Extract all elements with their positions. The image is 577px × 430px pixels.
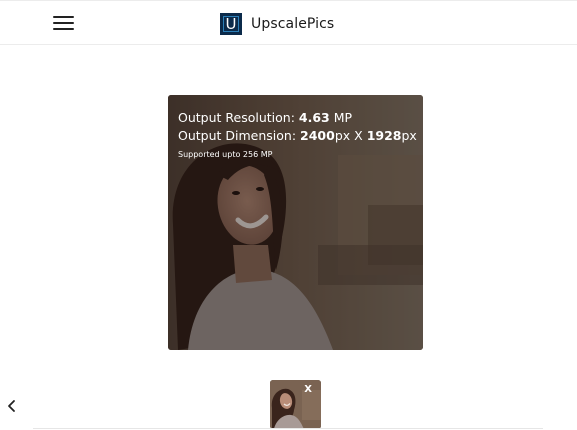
menu-line	[53, 22, 74, 24]
brand-name: UpscalePics	[251, 16, 335, 32]
hamburger-menu-icon[interactable]	[53, 15, 74, 31]
logo-letter: U	[225, 14, 237, 33]
thumbnail-photo	[270, 380, 321, 429]
page: U UpscalePics Output Resolution: 4.63 MP…	[0, 0, 577, 430]
height-unit: px	[401, 128, 417, 143]
image-thumbnail[interactable]: X	[270, 380, 321, 429]
header-bar: U UpscalePics	[0, 0, 577, 45]
menu-line	[53, 16, 74, 18]
menu-line	[53, 28, 74, 30]
chevron-left-icon[interactable]	[6, 398, 18, 412]
resolution-label: Output Resolution:	[178, 110, 299, 125]
remove-thumbnail-button[interactable]: X	[304, 384, 312, 396]
divider	[33, 428, 543, 429]
width-value: 2400	[300, 128, 335, 143]
height-value: 1928	[366, 128, 402, 143]
resolution-value: 4.63	[298, 110, 330, 125]
logo-icon: U	[220, 13, 242, 35]
dimension-label: Output Dimension:	[178, 128, 301, 143]
output-resolution: Output Resolution: 4.63 MP	[178, 109, 417, 127]
resolution-unit: MP	[329, 110, 353, 125]
brand-logo-link[interactable]: U UpscalePics	[220, 12, 334, 36]
width-unit: px	[334, 128, 351, 143]
dimension-separator: X	[350, 128, 367, 143]
output-dimension: Output Dimension: 2400px X 1928px	[178, 127, 417, 145]
upscale-preview-image: Output Resolution: 4.63 MP Output Dimens…	[168, 95, 423, 350]
supported-note: Supported upto 256 MP	[178, 150, 273, 159]
output-info-overlay: Output Resolution: 4.63 MP Output Dimens…	[178, 109, 417, 160]
